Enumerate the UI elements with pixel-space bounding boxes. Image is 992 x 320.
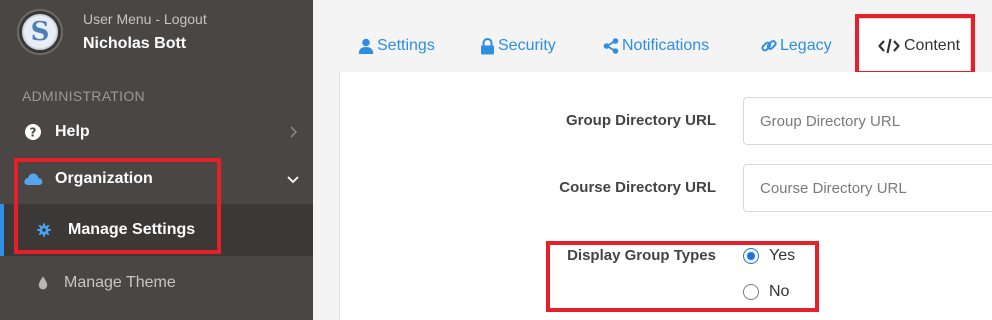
tab-label: Settings [377, 37, 435, 54]
tab-bar: Settings Security Notifications Legacy C… [313, 0, 992, 75]
share-icon [603, 38, 619, 54]
cloud-icon [24, 173, 43, 185]
tab-content[interactable]: Content [857, 18, 971, 74]
sidebar: S User Menu - Logout Nicholas Bott ADMIN… [0, 0, 313, 320]
gear-icon [37, 223, 51, 237]
sidebar-subitem-manage-settings[interactable]: Manage Settings [0, 204, 313, 256]
lock-icon [481, 37, 494, 54]
user-name: Nicholas Bott [83, 35, 187, 52]
tab-label: Security [498, 37, 556, 54]
group-directory-label: Group Directory URL [565, 112, 716, 129]
sidebar-subitem-manage-theme[interactable]: Manage Theme [0, 257, 313, 309]
chevron-down-icon [287, 176, 299, 184]
section-title: ADMINISTRATION [22, 88, 145, 104]
sidebar-item-organization[interactable]: Organization [0, 159, 313, 199]
tab-notifications[interactable]: Notifications [603, 34, 709, 58]
droplet-icon [38, 276, 48, 290]
radio-button[interactable] [743, 284, 759, 300]
display-group-types-label: Display Group Types [567, 247, 716, 264]
sidebar-subitem-label: Manage Theme [64, 274, 176, 291]
sidebar-subitem-label: Manage Settings [68, 221, 196, 238]
user-profile: S User Menu - Logout Nicholas Bott [0, 0, 313, 76]
tab-security[interactable]: Security [480, 34, 556, 58]
user-icon [358, 38, 374, 54]
course-directory-label: Course Directory URL [559, 179, 716, 196]
tab-settings[interactable]: Settings [358, 34, 435, 58]
radio-no[interactable]: No [743, 283, 789, 301]
active-indicator [0, 204, 4, 256]
link-icon [761, 40, 777, 52]
tab-label: Content [904, 37, 961, 54]
radio-yes[interactable]: Yes [743, 247, 795, 265]
user-menu-link[interactable]: User Menu - Logout [83, 11, 207, 27]
tab-label: Notifications [622, 37, 710, 54]
course-directory-input[interactable] [743, 164, 992, 212]
group-directory-input[interactable] [743, 97, 992, 145]
sidebar-item-label: Organization [55, 170, 153, 187]
brand-logo: S [22, 14, 58, 50]
sidebar-item-help[interactable]: ? Help [0, 112, 313, 152]
content-panel: Group Directory URL Course Directory URL… [339, 72, 992, 320]
code-icon [878, 38, 900, 54]
question-circle-icon: ? [25, 124, 41, 140]
tab-legacy[interactable]: Legacy [761, 34, 832, 58]
tab-label: Legacy [780, 37, 832, 54]
radio-label: Yes [769, 247, 796, 264]
chevron-right-icon [290, 126, 298, 138]
svg-text:?: ? [30, 126, 37, 140]
radio-label: No [769, 283, 790, 300]
sidebar-item-label: Help [55, 123, 90, 140]
avatar[interactable]: S [17, 9, 63, 55]
main-content: Settings Security Notifications Legacy C… [313, 0, 992, 320]
radio-button-checked[interactable] [743, 248, 759, 264]
